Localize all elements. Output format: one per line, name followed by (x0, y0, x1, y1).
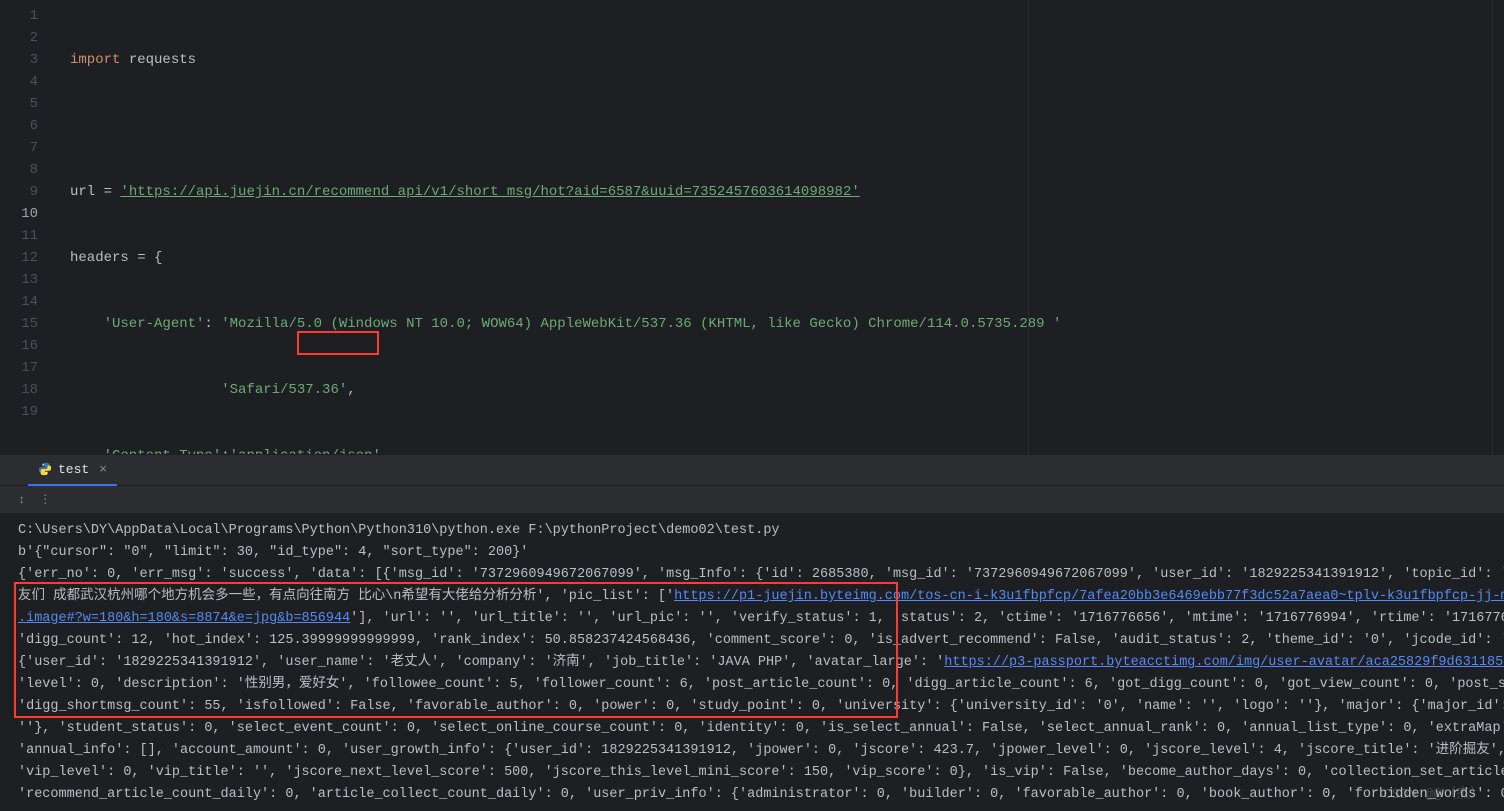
right-gutter (1492, 0, 1504, 454)
console-line: b'{"cursor": "0", "limit": 30, "id_type"… (18, 542, 1504, 564)
run-tab-bar: test × (0, 454, 1504, 486)
code-content[interactable]: import requests url = 'https://api.jueji… (70, 0, 1504, 454)
console-line: C:\Users\DY\AppData\Local\Programs\Pytho… (18, 520, 1504, 542)
console-line: 'vip_level': 0, 'vip_title': '', 'jscore… (18, 762, 1504, 784)
console-line: ''}, 'student_status': 0, 'select_event_… (18, 718, 1504, 740)
close-icon[interactable]: × (95, 462, 107, 477)
line-gutter: 1 2 3 4 5 6 7 8 9 10 11 12 13 14 15 16 1… (0, 0, 58, 454)
console-toolbar: ↕ ⋮ (0, 486, 1504, 514)
more-icon[interactable]: ⋮ (39, 492, 51, 507)
console-line: 'annual_info': [], 'account_amount': 0, … (18, 740, 1504, 762)
code-editor[interactable]: 1 2 3 4 5 6 7 8 9 10 11 12 13 14 15 16 1… (0, 0, 1504, 454)
watermark: CSDN @@（杰） (1383, 783, 1484, 803)
url-link[interactable]: https://p3-passport.byteacctimg.com/img/… (944, 655, 1504, 670)
highlight-box (297, 331, 379, 355)
run-tab-test[interactable]: test × (28, 454, 117, 486)
scroll-icon[interactable]: ↕ (18, 493, 25, 507)
python-icon (38, 462, 52, 476)
highlight-box (14, 582, 898, 718)
run-tab-label: test (58, 462, 89, 477)
console-line: 'recommend_article_count_daily': 0, 'art… (18, 784, 1504, 806)
console-output[interactable]: C:\Users\DY\AppData\Local\Programs\Pytho… (0, 514, 1504, 811)
